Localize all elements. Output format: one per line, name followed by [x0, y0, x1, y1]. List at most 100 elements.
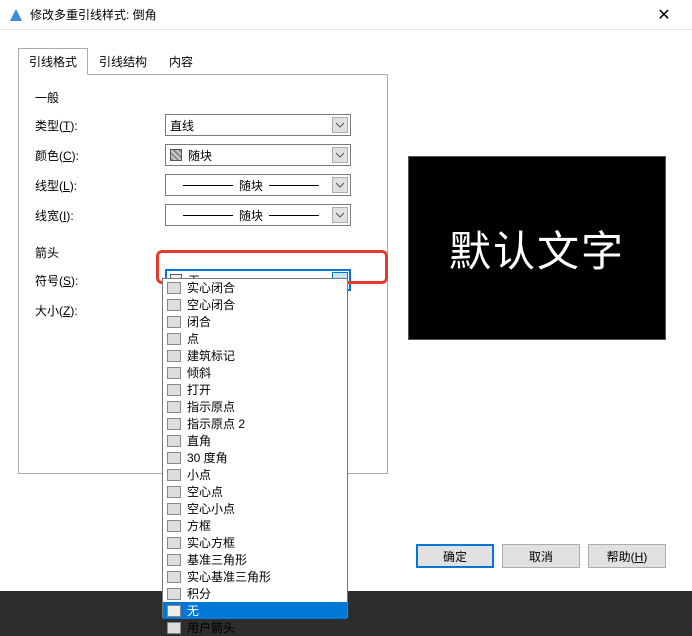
select-color[interactable]: 随块: [165, 144, 351, 166]
chevron-down-icon: [332, 177, 348, 193]
arrow-type-icon: [167, 622, 181, 634]
symbol-option-label: 闭合: [187, 313, 211, 330]
arrow-type-icon: [167, 435, 181, 447]
select-lineweight-value: 随块: [239, 207, 263, 224]
linetype-sample-icon: [269, 185, 319, 186]
symbol-option-label: 小点: [187, 466, 211, 483]
chevron-down-icon: [332, 117, 348, 133]
symbol-option[interactable]: 空心点: [163, 483, 347, 500]
symbol-dropdown-list[interactable]: 实心闭合空心闭合闭合点建筑标记倾斜打开指示原点指示原点 2直角30 度角小点空心…: [162, 278, 348, 618]
symbol-option[interactable]: 直角: [163, 432, 347, 449]
symbol-option[interactable]: 方框: [163, 517, 347, 534]
tab-leader-structure[interactable]: 引线结构: [88, 48, 158, 75]
close-button[interactable]: ✕: [644, 0, 684, 30]
chevron-down-icon: [332, 207, 348, 223]
symbol-option[interactable]: 空心小点: [163, 500, 347, 517]
arrow-type-icon: [167, 333, 181, 345]
tab-leader-format[interactable]: 引线格式: [18, 48, 88, 75]
symbol-option-label: 方框: [187, 517, 211, 534]
symbol-option[interactable]: 点: [163, 330, 347, 347]
symbol-option[interactable]: 实心方框: [163, 534, 347, 551]
window-title: 修改多重引线样式: 倒角: [30, 6, 644, 23]
symbol-option-label: 空心闭合: [187, 296, 235, 313]
symbol-option-label: 空心小点: [187, 500, 235, 517]
row-lineweight: 线宽(I): 随块: [35, 204, 371, 226]
select-type-value: 直线: [170, 117, 194, 134]
titlebar: 修改多重引线样式: 倒角 ✕: [0, 0, 692, 30]
select-type[interactable]: 直线: [165, 114, 351, 136]
symbol-option-label: 30 度角: [187, 449, 228, 466]
symbol-option[interactable]: 指示原点: [163, 398, 347, 415]
arrow-type-icon: [167, 520, 181, 532]
symbol-option-label: 基准三角形: [187, 551, 247, 568]
symbol-option-label: 无: [187, 602, 199, 619]
arrow-type-icon: [167, 316, 181, 328]
arrow-type-icon: [167, 452, 181, 464]
lineweight-sample-icon: [183, 215, 233, 216]
cancel-button[interactable]: 取消: [502, 544, 580, 568]
label-size: 大小(Z):: [35, 302, 165, 319]
arrow-type-icon: [167, 486, 181, 498]
select-linetype-value: 随块: [239, 177, 263, 194]
symbol-option-label: 指示原点: [187, 398, 235, 415]
symbol-option-label: 积分: [187, 585, 211, 602]
help-button[interactable]: 帮助(H): [588, 544, 666, 568]
select-lineweight[interactable]: 随块: [165, 204, 351, 226]
arrow-type-icon: [167, 605, 181, 617]
symbol-option[interactable]: 闭合: [163, 313, 347, 330]
preview-pane: 默认文字: [408, 156, 666, 340]
dialog-buttons: 确定 取消 帮助(H): [416, 544, 666, 568]
lineweight-sample-icon: [269, 215, 319, 216]
symbol-option[interactable]: 倾斜: [163, 364, 347, 381]
arrow-type-icon: [167, 401, 181, 413]
symbol-option[interactable]: 实心闭合: [163, 279, 347, 296]
symbol-option[interactable]: 用户箭头: [163, 619, 347, 636]
symbol-option[interactable]: 指示原点 2: [163, 415, 347, 432]
arrow-type-icon: [167, 350, 181, 362]
label-linetype: 线型(L):: [35, 177, 165, 194]
ok-button[interactable]: 确定: [416, 544, 494, 568]
symbol-option[interactable]: 30 度角: [163, 449, 347, 466]
symbol-option[interactable]: 无: [163, 602, 347, 619]
symbol-option-label: 指示原点 2: [187, 415, 245, 432]
preview-text: 默认文字: [449, 218, 625, 279]
linetype-sample-icon: [183, 185, 233, 186]
arrow-type-icon: [167, 588, 181, 600]
arrow-type-icon: [167, 384, 181, 396]
arrow-type-icon: [167, 282, 181, 294]
symbol-option[interactable]: 基准三角形: [163, 551, 347, 568]
tab-content[interactable]: 内容: [158, 48, 204, 75]
symbol-option[interactable]: 空心闭合: [163, 296, 347, 313]
label-type: 类型(T):: [35, 117, 165, 134]
client-area: 一般 类型(T): 直线 颜色(C): 随块: [0, 74, 692, 474]
symbol-option-label: 点: [187, 330, 199, 347]
symbol-option-label: 实心基准三角形: [187, 568, 271, 585]
arrow-type-icon: [167, 469, 181, 481]
tab-strip: 引线格式 引线结构 内容: [18, 48, 692, 75]
select-color-value: 随块: [188, 147, 212, 164]
arrow-type-icon: [167, 299, 181, 311]
symbol-option[interactable]: 建筑标记: [163, 347, 347, 364]
arrow-type-icon: [167, 571, 181, 583]
arrow-type-icon: [167, 554, 181, 566]
symbol-option[interactable]: 打开: [163, 381, 347, 398]
label-lineweight: 线宽(I):: [35, 207, 165, 224]
label-symbol: 符号(S):: [35, 272, 165, 289]
label-color: 颜色(C):: [35, 147, 165, 164]
symbol-option-label: 倾斜: [187, 364, 211, 381]
symbol-option[interactable]: 积分: [163, 585, 347, 602]
row-color: 颜色(C): 随块: [35, 144, 371, 166]
arrow-type-icon: [167, 418, 181, 430]
row-linetype: 线型(L): 随块: [35, 174, 371, 196]
symbol-option-label: 实心方框: [187, 534, 235, 551]
group-arrowhead-title: 箭头: [35, 244, 371, 261]
app-icon: [8, 7, 24, 23]
chevron-down-icon: [332, 147, 348, 163]
group-general: 一般 类型(T): 直线 颜色(C): 随块: [35, 89, 371, 226]
symbol-option[interactable]: 小点: [163, 466, 347, 483]
arrow-type-icon: [167, 367, 181, 379]
symbol-option[interactable]: 实心基准三角形: [163, 568, 347, 585]
select-linetype[interactable]: 随块: [165, 174, 351, 196]
dialog-window: 修改多重引线样式: 倒角 ✕ 引线格式 引线结构 内容 一般 类型(T): 直线…: [0, 0, 692, 591]
symbol-option-label: 建筑标记: [187, 347, 235, 364]
